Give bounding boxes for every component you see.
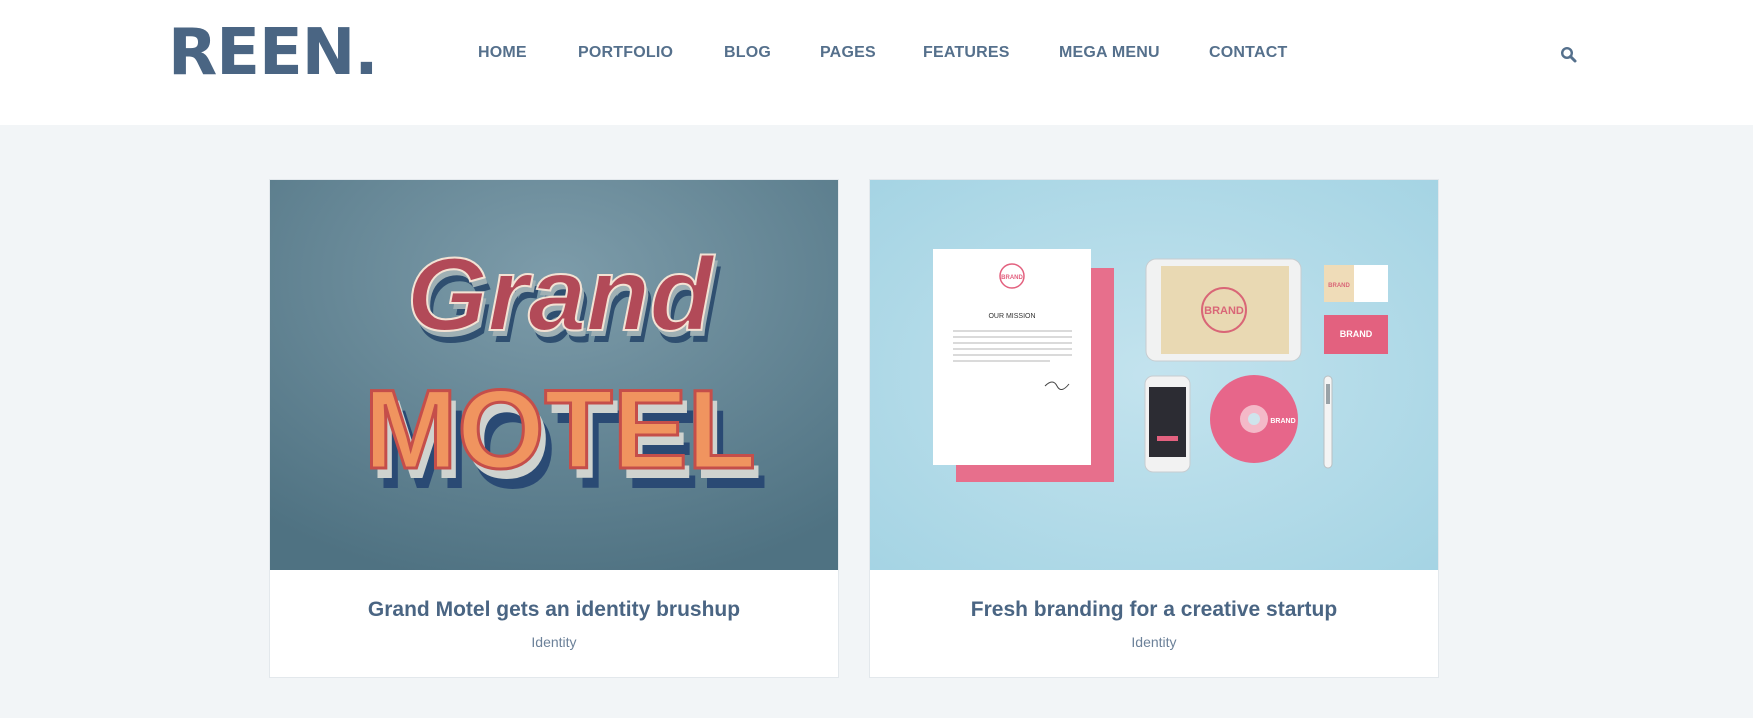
- portfolio-card[interactable]: BRAND OUR MISSION BRAND BRAND BRAND BRAN…: [869, 179, 1439, 678]
- card-brand-small: BRAND: [1328, 283, 1350, 289]
- branding-image[interactable]: BRAND OUR MISSION BRAND BRAND BRAND BRAN…: [870, 180, 1438, 570]
- logo[interactable]: REEN.: [168, 21, 379, 85]
- motel-text: MOTEL: [364, 367, 756, 492]
- letterhead-brand: BRAND: [1001, 275, 1023, 281]
- cd-brand: BRAND: [1270, 418, 1295, 425]
- nav-blog[interactable]: BLOG: [724, 44, 771, 62]
- nav-mega-menu[interactable]: MEGA MENU: [1059, 44, 1160, 62]
- search-button[interactable]: [1560, 46, 1578, 64]
- nav-home[interactable]: HOME: [478, 44, 527, 62]
- portfolio-card[interactable]: Grand Grand Grand MOTEL MOTEL MOTEL Gran…: [269, 179, 839, 678]
- card-title[interactable]: Grand Motel gets an identity brushup: [270, 598, 838, 622]
- tablet-brand: BRAND: [1204, 305, 1244, 317]
- grand-motel-image[interactable]: Grand Grand Grand MOTEL MOTEL MOTEL: [270, 180, 838, 570]
- nav-portfolio[interactable]: PORTFOLIO: [578, 44, 673, 62]
- nav-pages[interactable]: PAGES: [820, 44, 876, 62]
- card-title[interactable]: Fresh branding for a creative startup: [870, 598, 1438, 622]
- mission-heading: OUR MISSION: [988, 313, 1035, 320]
- site-header: REEN. HOME PORTFOLIO BLOG PAGES FEATURES…: [0, 0, 1753, 125]
- card-category[interactable]: Identity: [270, 634, 838, 650]
- card-category[interactable]: Identity: [870, 634, 1438, 650]
- nav-contact[interactable]: CONTACT: [1209, 44, 1287, 62]
- grand-text: Grand: [407, 237, 716, 353]
- card-brand-pink: BRAND: [1340, 329, 1373, 339]
- search-icon: [1560, 46, 1577, 63]
- nav-features[interactable]: FEATURES: [923, 44, 1010, 62]
